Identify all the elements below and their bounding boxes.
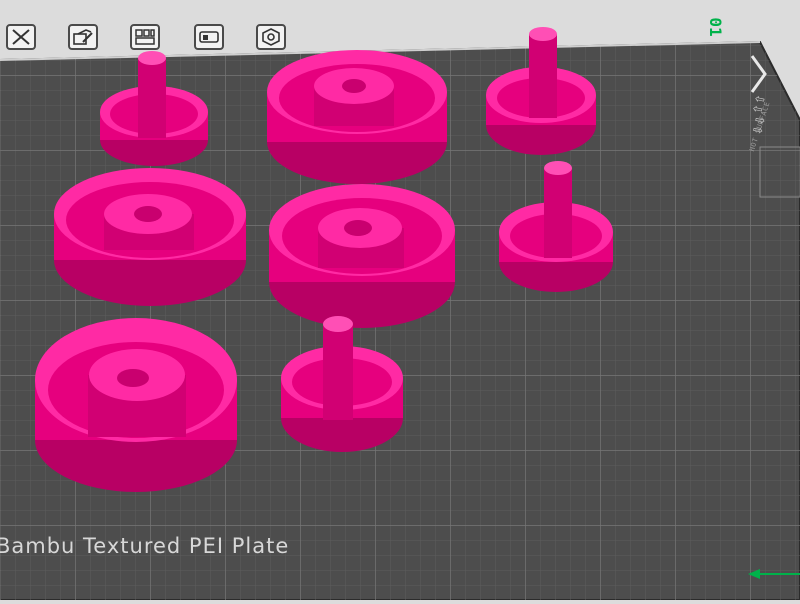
- arrange-icon: [135, 29, 155, 45]
- close-button[interactable]: [6, 24, 36, 50]
- nut-icon: [262, 28, 280, 46]
- edit-plate-button[interactable]: [68, 24, 98, 50]
- plate-number: 01: [706, 17, 725, 37]
- arrange-button[interactable]: [130, 24, 160, 50]
- edit-icon: [73, 29, 93, 45]
- orient-button[interactable]: [194, 24, 224, 50]
- close-icon: [12, 29, 30, 45]
- model-cup-2[interactable]: [54, 168, 246, 306]
- model-cup-1[interactable]: [267, 50, 447, 184]
- settings-button[interactable]: [256, 24, 286, 50]
- build-plate-canvas[interactable]: ⇧⇧ ⇩⇩: [0, 0, 800, 601]
- orient-icon: [199, 31, 219, 43]
- plate-type-label: Bambu Textured PEI Plate: [0, 534, 290, 558]
- plate-toolbar: [6, 24, 296, 54]
- model-cup-3[interactable]: [269, 184, 455, 328]
- 3d-viewport[interactable]: ⇧⇧ ⇩⇩ 01 HOT SURFACE Bambu Textured PEI …: [0, 0, 800, 601]
- model-cup-4[interactable]: [35, 318, 237, 492]
